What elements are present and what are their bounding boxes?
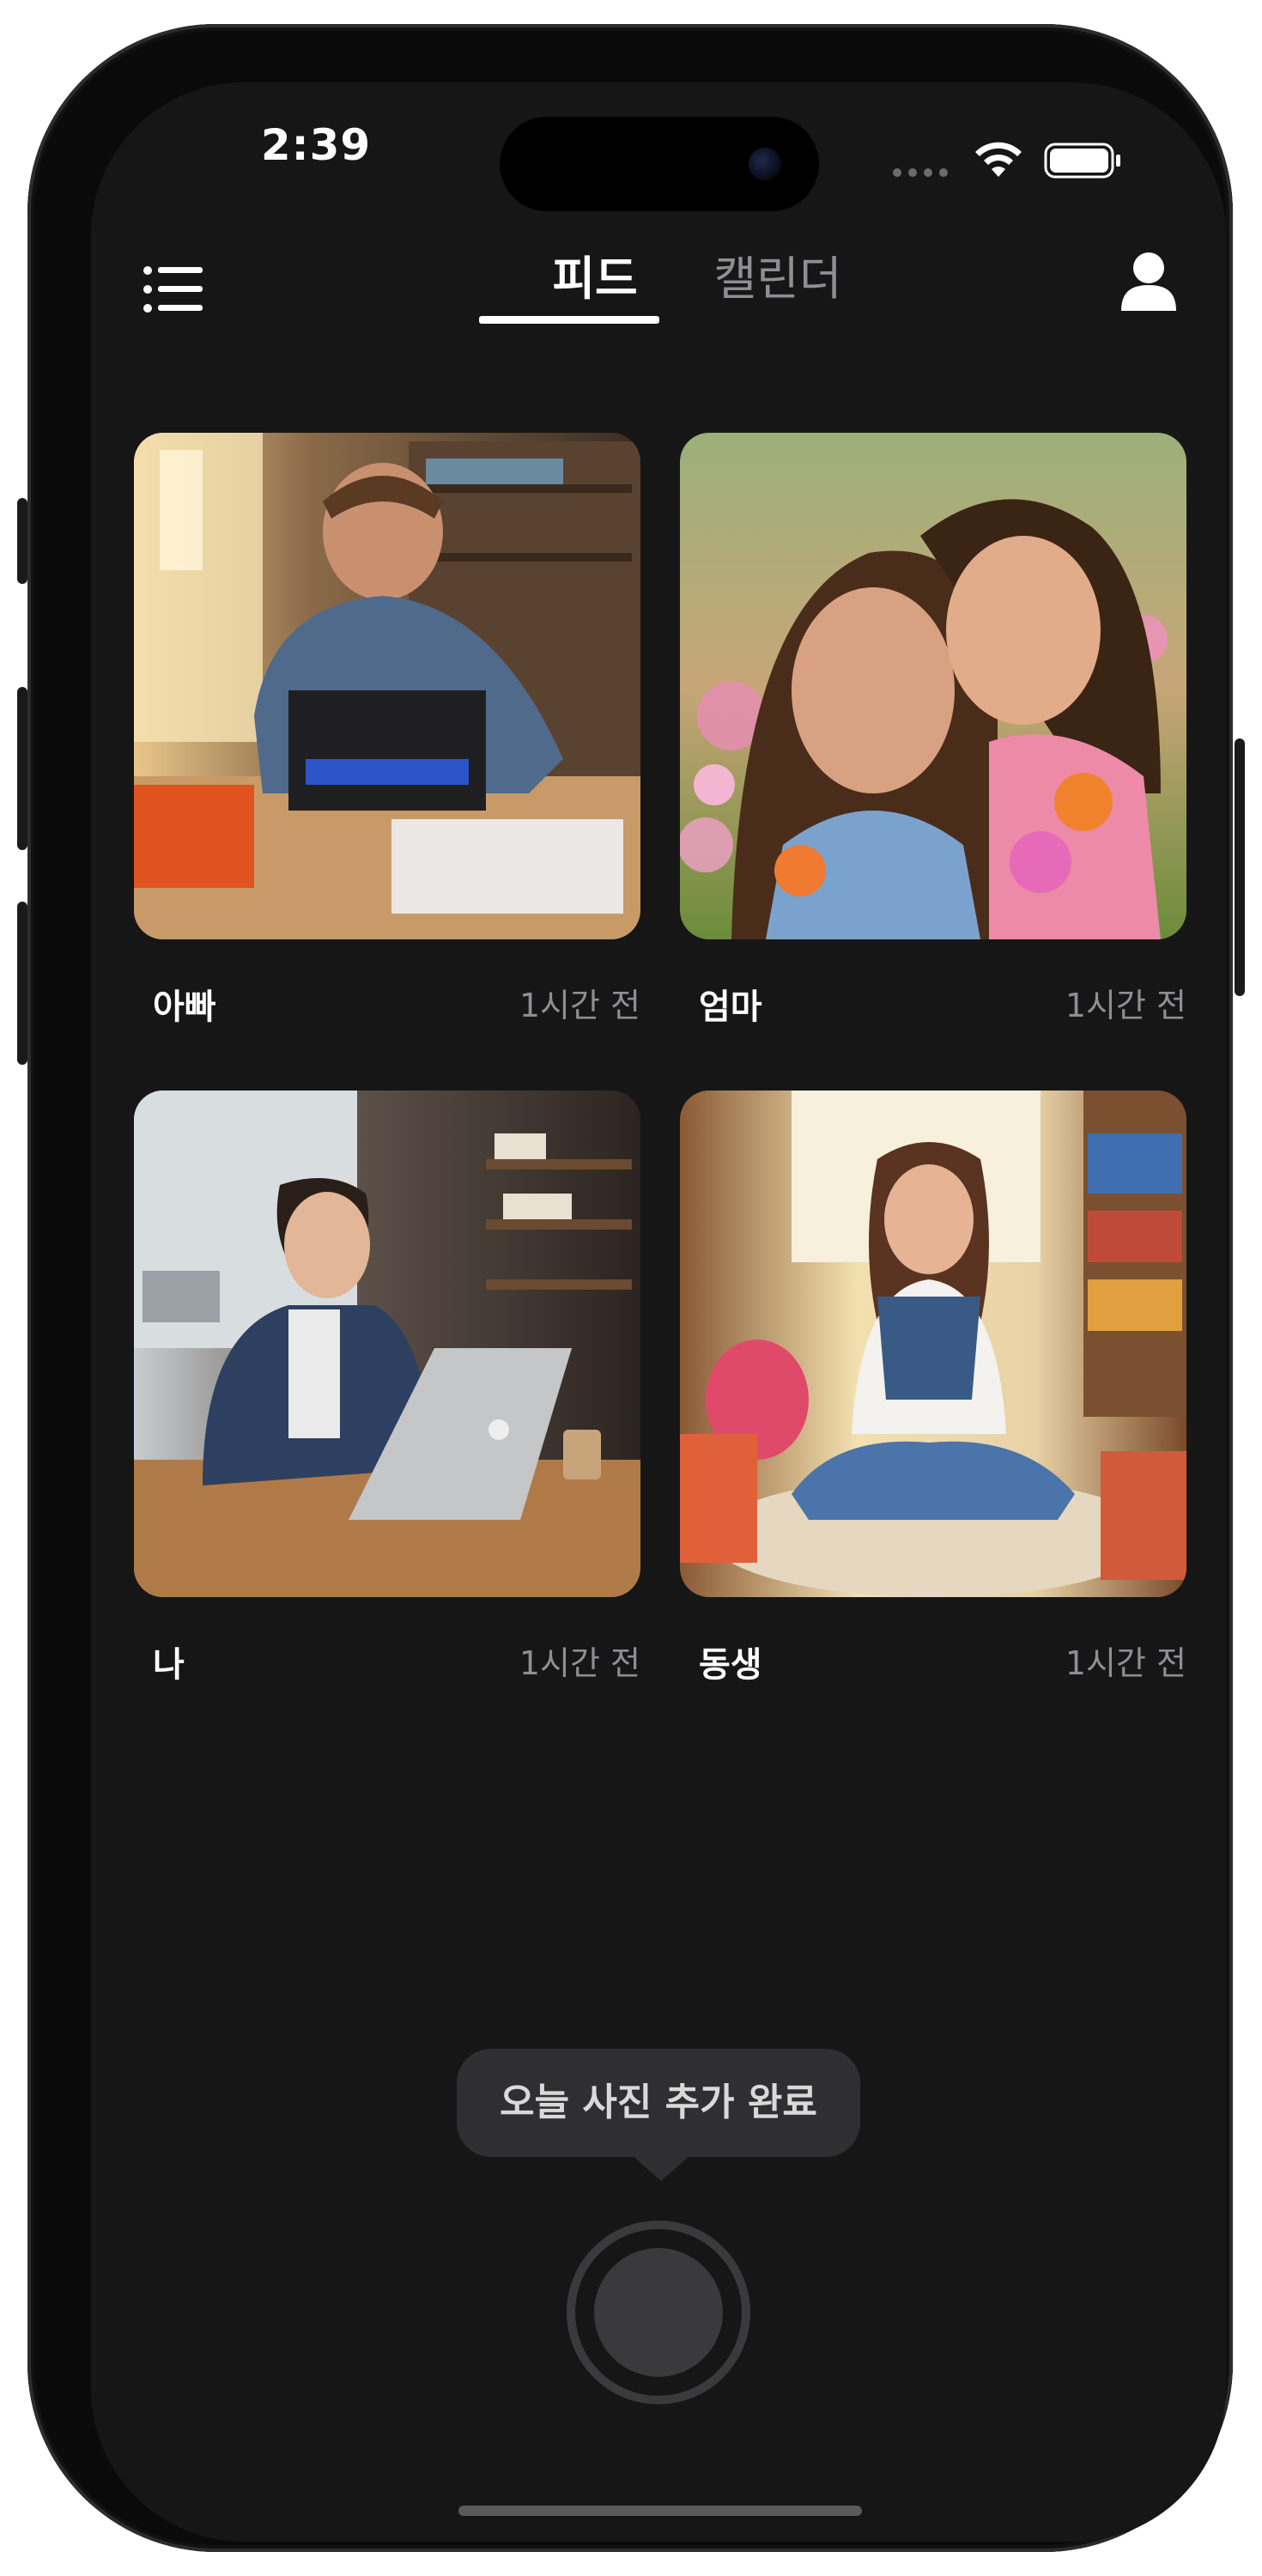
tab-feed[interactable]: 피드 (505, 240, 685, 308)
volume-down-button (17, 902, 27, 1065)
wifi-icon (975, 142, 1022, 177)
feed-card-sibling[interactable]: 동생 1시간 전 (680, 1091, 1186, 1685)
cellular-signal-icon (893, 168, 948, 177)
person-icon[interactable] (1119, 251, 1178, 313)
battery-icon (1044, 143, 1120, 179)
app-screen: 2:39 피드 캘린더 아빠 1시간 전 엄마 1시간 전 나 1시간 전 동생… (91, 82, 1226, 2542)
card-name: 아빠 (153, 987, 216, 1027)
card-name: 엄마 (699, 987, 762, 1027)
tab-calendar[interactable]: 캘린더 (692, 240, 864, 308)
card-name: 동생 (699, 1645, 762, 1685)
feed-card-mom[interactable]: 엄마 1시간 전 (680, 433, 1186, 1027)
man-building-3d-printer-photo[interactable] (134, 433, 640, 939)
girl-sitting-library-photo[interactable] (680, 1091, 1186, 1597)
action-button (17, 498, 27, 584)
volume-up-button (17, 687, 27, 850)
card-time: 1시간 전 (519, 1644, 640, 1682)
feed-card-me[interactable]: 나 1시간 전 (134, 1091, 640, 1685)
card-name: 나 (153, 1645, 185, 1685)
toast-message: 오늘 사진 추가 완료 (457, 2049, 860, 2157)
dynamic-island (500, 117, 819, 211)
camera-shutter-button[interactable] (594, 2248, 723, 2377)
front-camera (749, 148, 781, 180)
card-time: 1시간 전 (1065, 1644, 1186, 1682)
mother-daughter-flowers-photo[interactable] (680, 433, 1186, 939)
home-indicator[interactable] (458, 2506, 862, 2516)
toast-pointer (632, 2155, 690, 2181)
power-button (1235, 738, 1245, 996)
card-time: 1시간 전 (519, 987, 640, 1024)
young-man-laptop-cafe-photo[interactable] (134, 1091, 640, 1597)
status-time: 2:39 (260, 120, 372, 170)
card-time: 1시간 전 (1065, 987, 1186, 1024)
feed-card-dad[interactable]: 아빠 1시간 전 (134, 433, 640, 1027)
active-tab-indicator (479, 316, 659, 324)
list-icon[interactable] (143, 264, 204, 314)
phone-frame: 2:39 피드 캘린더 아빠 1시간 전 엄마 1시간 전 나 1시간 전 동생… (27, 24, 1233, 2552)
